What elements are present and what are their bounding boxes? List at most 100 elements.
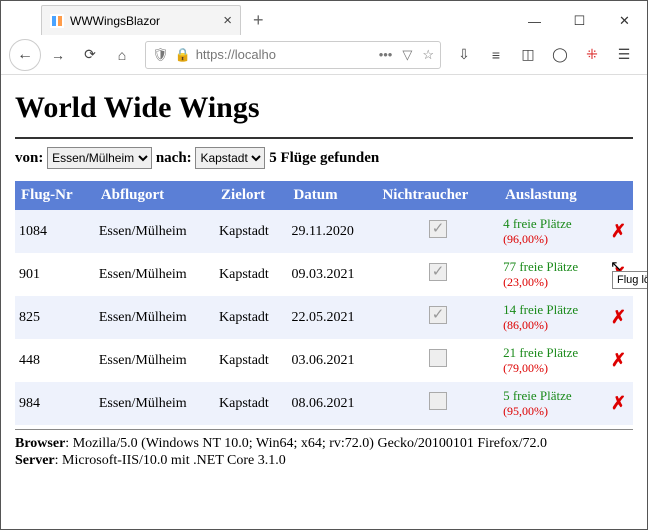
back-button[interactable]: ← (9, 39, 41, 71)
footer-server-value: Microsoft-IIS/10.0 mit .NET Core 3.1.0 (62, 453, 286, 468)
checkbox-icon[interactable] (429, 263, 447, 281)
delete-tooltip: Flug löschen (612, 271, 648, 289)
more-icon[interactable]: ••• (379, 47, 393, 62)
cell-flugnr: 901 (15, 253, 95, 296)
cell-flugnr: 825 (15, 296, 95, 339)
cell-auslastung: 5 freie Plätze (95,00%) (499, 382, 604, 425)
cell-abflugort: Essen/Mülheim (95, 296, 215, 339)
cell-datum: 29.11.2020 (287, 210, 376, 253)
to-label: nach: (156, 150, 192, 166)
th-datum: Datum (287, 181, 376, 210)
free-seats: 21 freie Plätze (503, 345, 600, 361)
table-row: 1084 Essen/Mülheim Kapstadt 29.11.2020 4… (15, 210, 633, 253)
cell-nichtraucher (376, 253, 499, 296)
delete-icon[interactable]: ✗ (611, 350, 626, 370)
footer-server-label: Server (15, 453, 55, 468)
cell-delete: ✗ (604, 382, 633, 425)
flights-table: Flug-Nr Abflugort Zielort Datum Nichtrau… (15, 181, 633, 425)
browser-window: WWWingsBlazor × + — ☐ ✕ ← → ⟳ ⌂ 🛡 🔒 http… (0, 0, 648, 530)
checkbox-icon[interactable] (429, 306, 447, 324)
th-nichtraucher: Nichtraucher (376, 181, 499, 210)
load-percent: (95,00%) (503, 404, 600, 419)
cell-flugnr: 448 (15, 339, 95, 382)
from-label: von: (15, 150, 43, 166)
footer-browser-label: Browser (15, 436, 65, 451)
lock-warning-icon: 🔒 (175, 47, 191, 63)
new-tab-button[interactable]: + (247, 10, 270, 31)
menu-icon[interactable]: ☰ (609, 40, 639, 70)
cell-zielort: Kapstadt (215, 210, 287, 253)
to-select[interactable]: Kapstadt (195, 147, 265, 169)
cell-delete: ✗ (604, 296, 633, 339)
window-minimize-button[interactable]: — (512, 7, 557, 35)
cell-delete: ✗ (604, 339, 633, 382)
cell-nichtraucher (376, 296, 499, 339)
load-percent: (23,00%) (503, 275, 600, 290)
filter-row: von: Essen/Mülheim nach: Kapstadt 5 Flüg… (15, 147, 633, 169)
load-percent: (79,00%) (503, 361, 600, 376)
titlebar: WWWingsBlazor × + — ☐ ✕ (1, 1, 647, 35)
cell-zielort: Kapstadt (215, 339, 287, 382)
cell-abflugort: Essen/Mülheim (95, 339, 215, 382)
url-text: https://localho (196, 47, 276, 62)
from-select[interactable]: Essen/Mülheim (47, 147, 152, 169)
cell-datum: 09.03.2021 (287, 253, 376, 296)
downloads-icon[interactable]: ⇩ (449, 40, 479, 70)
cell-auslastung: 4 freie Plätze (96,00%) (499, 210, 604, 253)
free-seats: 5 freie Plätze (503, 388, 600, 404)
browser-tab[interactable]: WWWingsBlazor × (41, 5, 241, 35)
th-zielort: Zielort (215, 181, 287, 210)
cell-delete: ✗ (604, 210, 633, 253)
cell-zielort: Kapstadt (215, 382, 287, 425)
cell-datum: 22.05.2021 (287, 296, 376, 339)
account-icon[interactable]: ◯ (545, 40, 575, 70)
table-row: 901 Essen/Mülheim Kapstadt 09.03.2021 77… (15, 253, 633, 296)
page-content: World Wide Wings von: Essen/Mülheim nach… (1, 75, 647, 482)
page-title: World Wide Wings (15, 91, 633, 125)
table-row: 448 Essen/Mülheim Kapstadt 03.06.2021 21… (15, 339, 633, 382)
cell-zielort: Kapstadt (215, 253, 287, 296)
table-row: 984 Essen/Mülheim Kapstadt 08.06.2021 5 … (15, 382, 633, 425)
url-bar[interactable]: 🛡 🔒 https://localho ••• ▽ ☆ (145, 41, 441, 69)
cell-flugnr: 984 (15, 382, 95, 425)
cell-datum: 08.06.2021 (287, 382, 376, 425)
table-row: 825 Essen/Mülheim Kapstadt 22.05.2021 14… (15, 296, 633, 339)
th-auslastung: Auslastung (499, 181, 604, 210)
cell-nichtraucher (376, 339, 499, 382)
cell-datum: 03.06.2021 (287, 339, 376, 382)
toolbar: ← → ⟳ ⌂ 🛡 🔒 https://localho ••• ▽ ☆ ⇩ ≡ … (1, 35, 647, 75)
th-flugnr: Flug-Nr (15, 181, 95, 210)
divider (15, 429, 633, 430)
favicon-icon (50, 14, 64, 28)
checkbox-icon[interactable] (429, 349, 447, 367)
th-abflugort: Abflugort (95, 181, 215, 210)
cell-abflugort: Essen/Mülheim (95, 210, 215, 253)
delete-icon[interactable]: ✗ (611, 307, 626, 327)
cell-nichtraucher (376, 382, 499, 425)
home-button[interactable]: ⌂ (107, 40, 137, 70)
sidebar-icon[interactable]: ◫ (513, 40, 543, 70)
checkbox-icon[interactable] (429, 220, 447, 238)
cell-auslastung: 77 freie Plätze (23,00%) (499, 253, 604, 296)
bookmark-icon[interactable]: ☆ (422, 47, 434, 63)
tab-close-icon[interactable]: × (223, 12, 232, 29)
cell-flugnr: 1084 (15, 210, 95, 253)
cell-zielort: Kapstadt (215, 296, 287, 339)
load-percent: (96,00%) (503, 232, 600, 247)
shield-icon: 🛡 (152, 47, 169, 63)
delete-icon[interactable]: ✗ (611, 221, 626, 241)
forward-button[interactable]: → (43, 40, 73, 70)
extensions-icon[interactable]: ⁜ (577, 40, 607, 70)
reader-icon[interactable]: ▽ (402, 47, 412, 63)
checkbox-icon[interactable] (429, 392, 447, 410)
delete-icon[interactable]: ✗ (611, 393, 626, 413)
library-icon[interactable]: ≡ (481, 40, 511, 70)
result-count: 5 Flüge gefunden (269, 150, 379, 166)
window-close-button[interactable]: ✕ (602, 7, 647, 35)
free-seats: 77 freie Plätze (503, 259, 600, 275)
load-percent: (86,00%) (503, 318, 600, 333)
reload-button[interactable]: ⟳ (75, 40, 105, 70)
divider (15, 137, 633, 139)
tab-title: WWWingsBlazor (70, 14, 160, 28)
window-maximize-button[interactable]: ☐ (557, 7, 602, 35)
